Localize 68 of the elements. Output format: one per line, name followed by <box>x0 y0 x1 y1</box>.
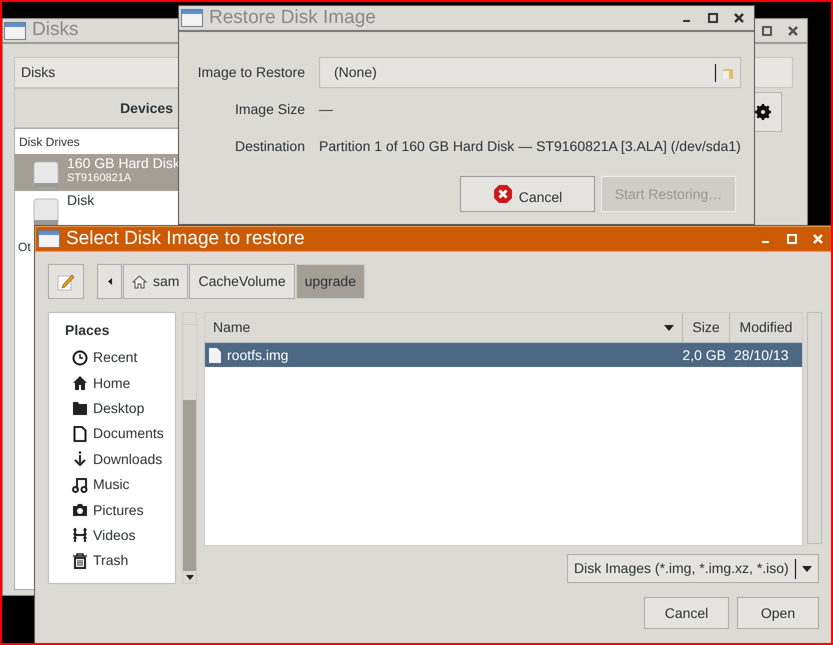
close-icon[interactable] <box>788 26 798 36</box>
scrollbar[interactable] <box>807 312 822 544</box>
place-item[interactable]: Documents <box>65 421 175 447</box>
open-button[interactable]: Open <box>737 597 819 629</box>
field-label: Image Size <box>234 100 305 119</box>
cancel-button[interactable]: Cancel <box>644 597 729 629</box>
file-icon <box>209 348 221 362</box>
drive-model: ST9160821A <box>67 171 132 186</box>
window-menu-icon[interactable] <box>4 22 26 40</box>
dropdown-arrow-icon <box>802 566 812 572</box>
place-item[interactable]: Downloads <box>65 446 175 472</box>
music-note-icon <box>72 476 88 493</box>
download-icon <box>72 451 88 468</box>
clock-icon <box>72 350 88 366</box>
column-header[interactable]: Modified <box>730 313 802 342</box>
sort-down-icon <box>664 324 674 330</box>
group-header: Disk Drives <box>18 134 81 151</box>
place-item[interactable]: Trash <box>65 548 175 574</box>
file-modified: 28/10/13 <box>734 346 790 364</box>
path-button[interactable]: sam <box>123 264 188 299</box>
place-item[interactable]: Videos <box>65 522 175 548</box>
places-heading: Places <box>65 321 110 340</box>
field-value: — <box>319 100 334 119</box>
close-icon[interactable] <box>734 13 744 23</box>
column-header[interactable]: Name <box>205 313 683 342</box>
drive-name: 160 GB Hard Disk <box>67 156 180 171</box>
window-menu-icon[interactable] <box>38 230 60 248</box>
home-icon <box>72 375 88 392</box>
place-item[interactable]: Pictures <box>65 497 175 523</box>
scroll-down-icon[interactable] <box>186 574 194 580</box>
path-button[interactable]: CacheVolume <box>189 264 295 299</box>
left-arrow-icon <box>108 278 112 285</box>
group-header: Ot <box>18 239 31 256</box>
camera-icon <box>72 502 88 518</box>
field-value: Partition 1 of 160 GB Hard Disk — ST9160821A [3.ALA] (/dev/sda1) <box>319 137 741 156</box>
column-header[interactable]: Size <box>683 313 730 342</box>
film-icon <box>73 527 87 544</box>
scroll-thumb[interactable] <box>183 325 196 400</box>
folder-icon <box>72 400 88 416</box>
window-menu-icon[interactable] <box>181 9 203 27</box>
file-size: 2,0 GB <box>682 346 726 364</box>
document-icon <box>73 426 87 442</box>
edit-location-button[interactable] <box>48 264 84 299</box>
drive-name: Disk <box>67 193 94 208</box>
scrollbar[interactable] <box>182 312 197 584</box>
place-item[interactable]: Recent <box>65 345 175 370</box>
window-title: Disks <box>32 18 78 42</box>
field-label: Image to Restore <box>196 63 305 82</box>
place-item[interactable]: Home <box>65 370 175 396</box>
file-chooser-button[interactable]: (None) <box>319 57 741 88</box>
file-row[interactable]: rootfs.img 2,0 GB 28/10/13 <box>205 343 802 367</box>
place-item[interactable]: Desktop <box>65 396 175 422</box>
home-icon <box>132 274 147 288</box>
maximize-icon[interactable] <box>762 26 772 36</box>
place-item[interactable]: Music <box>65 472 175 498</box>
field-label: Destination <box>234 137 305 156</box>
cancel-button[interactable]: Cancel <box>460 176 595 212</box>
trash-icon <box>72 552 88 569</box>
file-name: rootfs.img <box>227 346 290 365</box>
pencil-paper-icon <box>57 272 75 290</box>
window-title: Select Disk Image to restore <box>66 226 305 251</box>
maximize-icon[interactable] <box>708 13 718 23</box>
file-type-dropdown[interactable]: Disk Images (*.img, *.img.xz, *.iso) <box>567 554 819 583</box>
cancel-icon <box>492 184 513 204</box>
window-title: Restore Disk Image <box>209 6 376 30</box>
drive-item[interactable]: Disk <box>15 191 181 228</box>
path-button[interactable]: upgrade <box>296 264 366 299</box>
header-title: Disks <box>21 63 56 82</box>
